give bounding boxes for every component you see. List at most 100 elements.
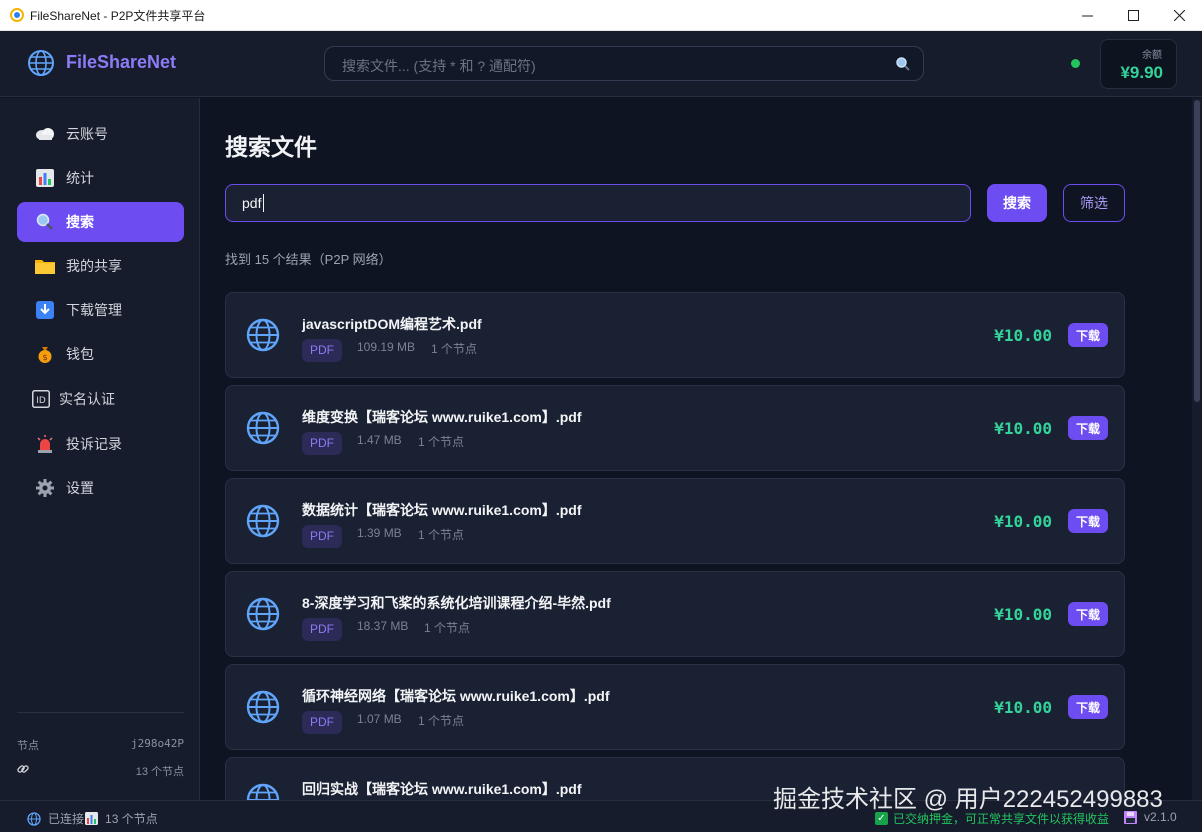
id-icon: ID — [31, 389, 51, 409]
peer-count: 13 个节点 — [135, 766, 184, 778]
scrollbar-thumb[interactable] — [1194, 100, 1200, 402]
sidebar-item-my-shares[interactable]: 我的共享 — [17, 246, 184, 286]
search-button[interactable]: 搜索 — [987, 184, 1047, 222]
search-placeholder: 搜索文件... (支持 * 和 ? 通配符) — [342, 58, 536, 74]
app-icon — [10, 8, 24, 22]
scrollbar[interactable] — [1192, 98, 1202, 800]
download-button[interactable]: 下载 — [1068, 416, 1108, 440]
file-size: 1.39 MB — [357, 526, 402, 540]
file-price: ¥10.00 — [994, 698, 1052, 717]
window-controls — [1064, 0, 1202, 31]
sidebar-item-label: 云账号 — [66, 126, 108, 142]
cloud-icon — [35, 124, 55, 144]
window-title: FileShareNet - P2P文件共享平台 — [30, 8, 206, 23]
file-type-badge: PDF — [302, 525, 342, 548]
result-card[interactable]: 8-深度学习和飞桨的系统化培训课程介绍-毕然.pdf PDF 18.37 MB 1 个… — [225, 571, 1125, 657]
sidebar: 云账号 统计 搜索 我的共享 下载管理 $ 钱包 ID 实名认证 投诉记录 设置… — [0, 98, 200, 800]
sidebar-item-search[interactable]: 搜索 — [17, 202, 184, 242]
globe-icon — [246, 411, 280, 445]
connection-status: 已连接 13 个节点 — [27, 810, 158, 827]
node-label: 节点 — [17, 740, 39, 752]
close-icon — [1173, 10, 1185, 21]
sidebar-item-label: 实名认证 — [59, 391, 115, 407]
connection-text: 已连接 — [48, 812, 85, 826]
maximize-icon — [1127, 10, 1139, 21]
sidebar-footer: 节点 j298o42P 13 个节点 — [17, 712, 184, 778]
file-type-badge: PDF — [302, 432, 342, 455]
chart-icon — [85, 812, 99, 825]
result-card[interactable]: javascriptDOM编程艺术.pdf PDF 109.19 MB 1 个节点 ¥1… — [225, 292, 1125, 378]
file-name[interactable]: javascriptDOM编程艺术.pdf — [302, 314, 482, 334]
download-button[interactable]: 下载 — [1068, 602, 1108, 626]
globe-icon — [246, 504, 280, 538]
text-caret — [263, 194, 264, 212]
sidebar-item-settings[interactable]: 设置 — [17, 468, 184, 508]
globe-icon — [246, 690, 280, 724]
query-input[interactable]: pdf — [225, 184, 971, 222]
minimize-icon — [1081, 15, 1093, 17]
svg-text:ID: ID — [36, 396, 46, 406]
balance-value: ¥9.90 — [1120, 63, 1163, 82]
file-price: ¥10.00 — [994, 605, 1052, 624]
sidebar-item-verification[interactable]: ID 实名认证 — [17, 379, 184, 419]
download-icon — [35, 300, 55, 320]
link-icon — [17, 765, 29, 773]
app-header: FileShareNet 搜索文件... (支持 * 和 ? 通配符) 余额 ¥… — [0, 31, 1202, 97]
svg-text:$: $ — [42, 353, 47, 362]
file-name[interactable]: 8-深度学习和飞桨的系统化培训课程介绍-毕然.pdf — [302, 593, 611, 613]
file-price: ¥10.00 — [994, 419, 1052, 438]
file-name[interactable]: 回归实战【瑞客论坛 www.ruike1.com】.pdf — [302, 779, 582, 799]
globe-icon — [246, 783, 280, 800]
watermark: 掘金技术社区 @ 用户222452499883 — [773, 786, 1163, 813]
download-button[interactable]: 下载 — [1068, 323, 1108, 347]
sidebar-item-downloads[interactable]: 下载管理 — [17, 290, 184, 330]
result-card[interactable]: 数据统计【瑞客论坛 www.ruike1.com】.pdf PDF 1.39 MB 1… — [225, 478, 1125, 564]
globe-icon — [27, 811, 41, 826]
window-titlebar: FileShareNet - P2P文件共享平台 — [0, 0, 1202, 31]
sidebar-item-label: 下载管理 — [66, 302, 122, 318]
balance-widget: 余额 ¥9.90 — [1100, 39, 1177, 89]
close-button[interactable] — [1156, 0, 1202, 31]
globe-icon — [246, 597, 280, 631]
main-content: 搜索文件 pdf 搜索 筛选 找到 15 个结果（P2P 网络） javascr… — [201, 98, 1202, 800]
file-price: ¥10.00 — [994, 326, 1052, 345]
result-card[interactable]: 循环神经网络【瑞客论坛 www.ruike1.com】.pdf PDF 1.07 M… — [225, 664, 1125, 750]
gear-icon — [35, 478, 55, 498]
minimize-button[interactable] — [1064, 0, 1110, 31]
globe-icon — [28, 50, 54, 76]
peer-count-row: 13 个节点 — [17, 763, 184, 778]
file-size: 109.19 MB — [357, 340, 416, 354]
sidebar-item-stats[interactable]: 统计 — [17, 158, 184, 198]
sidebar-item-label: 搜索 — [66, 214, 94, 230]
chart-icon — [35, 168, 55, 188]
download-button[interactable]: 下载 — [1068, 509, 1108, 533]
file-size: 1.47 MB — [357, 433, 402, 447]
sidebar-item-label: 我的共享 — [66, 258, 122, 274]
node-id-row: 节点 j298o42P — [17, 737, 184, 753]
sidebar-item-cloud-account[interactable]: 云账号 — [17, 114, 184, 154]
file-size: 1.07 MB — [357, 712, 402, 726]
result-count: 找到 15 个结果（P2P 网络） — [225, 252, 392, 267]
sidebar-item-complaints[interactable]: 投诉记录 — [17, 424, 184, 464]
node-count: 1 个节点 — [418, 435, 465, 449]
balance-label: 余额 — [1142, 50, 1162, 61]
search-icon[interactable] — [895, 56, 911, 72]
file-name[interactable]: 循环神经网络【瑞客论坛 www.ruike1.com】.pdf — [302, 686, 610, 706]
global-search-input[interactable]: 搜索文件... (支持 * 和 ? 通配符) — [324, 46, 924, 81]
filter-button[interactable]: 筛选 — [1063, 184, 1125, 222]
node-id: j298o42P — [131, 737, 184, 750]
file-name[interactable]: 维度变换【瑞客论坛 www.ruike1.com】.pdf — [302, 407, 582, 427]
alarm-icon — [35, 434, 55, 454]
money-bag-icon: $ — [35, 344, 55, 364]
sidebar-item-label: 投诉记录 — [66, 436, 122, 452]
download-button[interactable]: 下载 — [1068, 695, 1108, 719]
file-name[interactable]: 数据统计【瑞客论坛 www.ruike1.com】.pdf — [302, 500, 582, 520]
peers-text: 13 个节点 — [105, 812, 158, 826]
sidebar-item-label: 设置 — [66, 480, 94, 496]
sidebar-item-wallet[interactable]: $ 钱包 — [17, 334, 184, 374]
maximize-button[interactable] — [1110, 0, 1156, 31]
node-count: 1 个节点 — [418, 714, 465, 728]
sidebar-item-label: 钱包 — [66, 346, 94, 362]
result-card[interactable]: 维度变换【瑞客论坛 www.ruike1.com】.pdf PDF 1.47 MB 1… — [225, 385, 1125, 471]
page-title: 搜索文件 — [225, 134, 317, 160]
